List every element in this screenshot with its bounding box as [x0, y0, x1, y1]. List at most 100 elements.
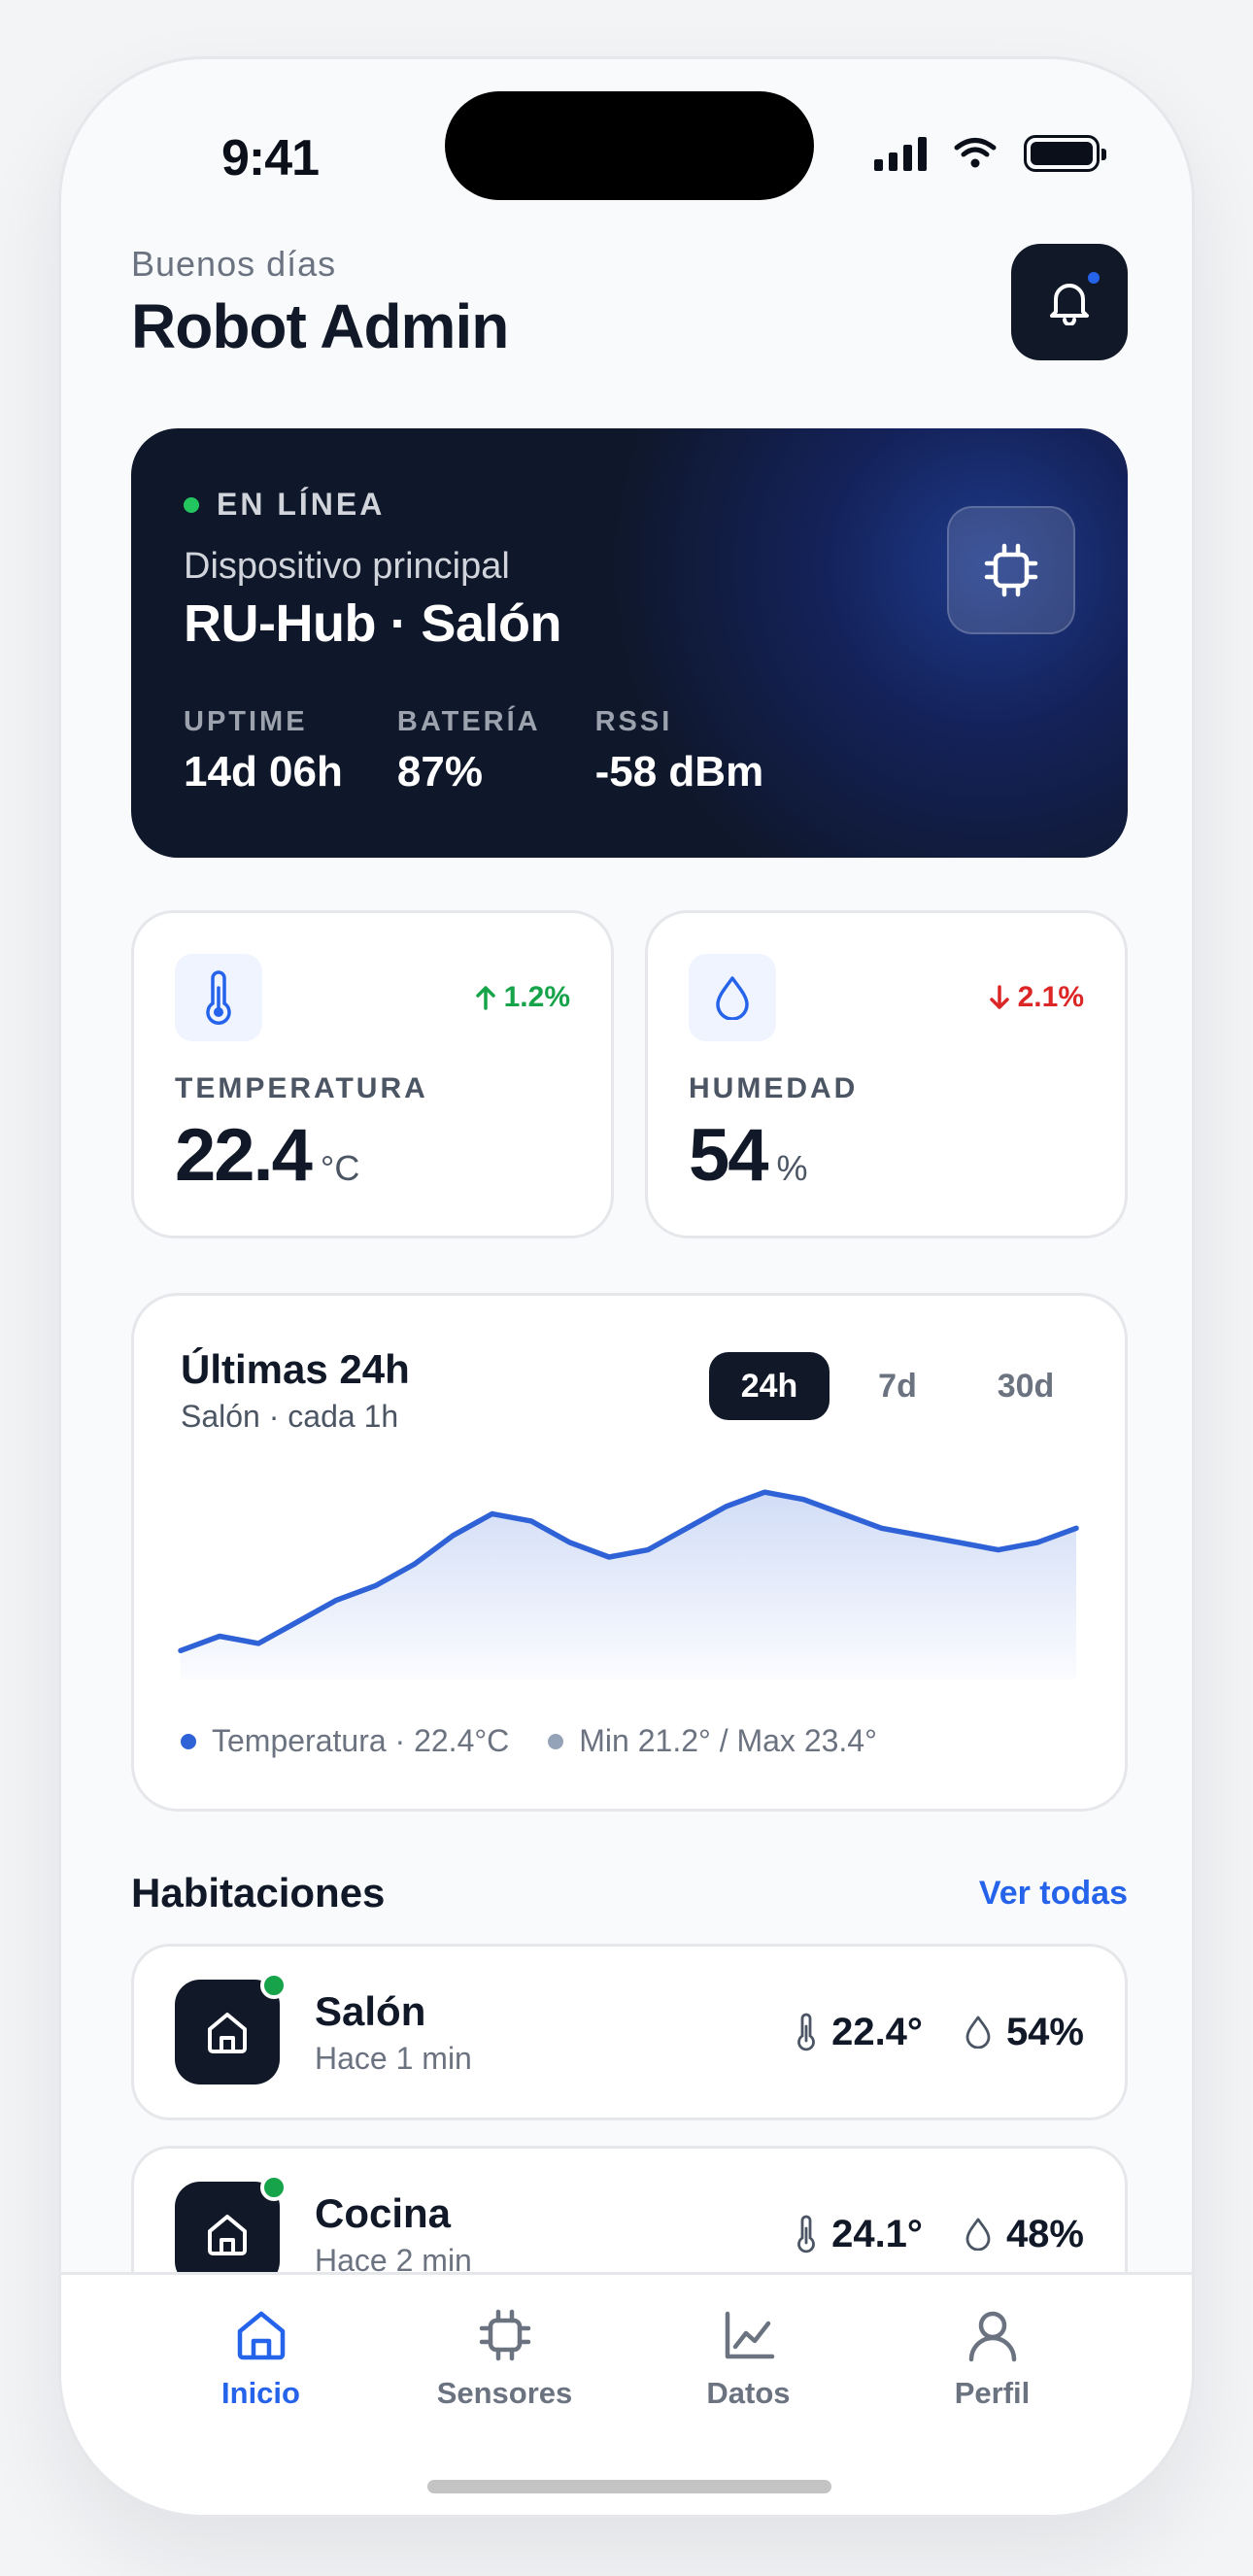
room-updated: Hace 1 min: [315, 2040, 472, 2076]
metric-label: TEMPERATURA: [175, 1072, 428, 1104]
chart-area-fill: [181, 1492, 1076, 1679]
chart-legend: Temperatura · 22.4°C Min 21.2° / Max 23.…: [181, 1723, 877, 1759]
device-stats: UPTIME 14d 06h BATERÍA 87% RSSI -58 dBm: [184, 706, 1075, 797]
nav-perfil[interactable]: Perfil: [896, 2306, 1090, 2411]
online-dot: [184, 496, 199, 513]
room-humidity: 54%: [965, 2011, 1084, 2054]
nav-label: Inicio: [221, 2376, 300, 2410]
droplet-icon: [716, 976, 749, 1020]
metric-label: HUMEDAD: [689, 1072, 859, 1104]
user-name: Robot Admin: [131, 291, 509, 361]
header: Buenos días Robot Admin: [131, 244, 1128, 370]
line-chart-icon: [725, 2311, 774, 2359]
tab-7d[interactable]: 7d: [837, 1352, 958, 1420]
stat-battery: BATERÍA 87%: [397, 706, 541, 797]
rooms-header: Habitaciones Ver todas: [131, 1870, 1128, 1916]
nav-label: Perfil: [954, 2376, 1031, 2410]
legend-label: Temperatura · 22.4°C: [212, 1723, 510, 1758]
temperature-chart: [178, 1489, 1079, 1679]
arrow-down-icon: [989, 985, 1009, 1009]
legend-range: Min 21.2° / Max 23.4°: [548, 1723, 877, 1759]
temperature-trend: 1.2%: [475, 981, 570, 1014]
device-status-label: EN LÍNEA: [217, 487, 386, 522]
thermometer-icon: [797, 2013, 815, 2051]
room-temp-value: 24.1°: [831, 2212, 923, 2255]
nav-label: Sensores: [436, 2376, 573, 2410]
range-tabs: 24h 7d 30d: [709, 1352, 1086, 1420]
greeting: Buenos días: [131, 244, 337, 284]
trend-value: 2.1%: [1017, 981, 1084, 1013]
stat-value: -58 dBm: [594, 748, 764, 796]
room-online-dot: [260, 2174, 288, 2201]
phone-frame: 9:41 Buenos días Robot Admin EN LÍNEA Di…: [58, 56, 1195, 2518]
metric-value: 54: [689, 1114, 769, 1197]
main-content: Buenos días Robot Admin EN LÍNEA Disposi…: [131, 244, 1128, 2322]
thermometer-icon: [206, 970, 231, 1025]
room-metrics: 22.4° 54%: [796, 2011, 1084, 2054]
stat-value: 87%: [396, 748, 483, 796]
device-settings-button[interactable]: [947, 506, 1075, 634]
droplet-icon: [965, 2218, 991, 2251]
metric-unit: °C: [320, 1148, 360, 1188]
room-card-salon[interactable]: Salón Hace 1 min 22.4° 54%: [131, 1944, 1128, 2120]
metric-unit: %: [776, 1148, 808, 1188]
droplet-icon-box: [689, 954, 776, 1041]
metric-value-row: 54 %: [689, 1113, 1084, 1198]
device-status: EN LÍNEA: [184, 487, 1075, 523]
arrow-up-icon: [475, 986, 495, 1010]
see-all-link[interactable]: Ver todas: [979, 1875, 1128, 1913]
home-icon: [237, 2311, 285, 2360]
thermometer-icon: [797, 2215, 815, 2254]
room-text: Cocina Hace 2 min: [315, 2190, 472, 2279]
stat-uptime: UPTIME 14d 06h: [184, 706, 343, 797]
temperature-card[interactable]: 1.2% TEMPERATURA 22.4 °C: [131, 910, 614, 1238]
chip-icon: [479, 2309, 530, 2361]
metric-row: 1.2% TEMPERATURA 22.4 °C 2.1% HUMEDAD 54…: [131, 910, 1128, 1238]
notification-badge: [1085, 269, 1102, 287]
legend-dot: [548, 1733, 564, 1749]
status-bar: 9:41: [61, 59, 1192, 254]
room-temperature: 24.1°: [796, 2213, 923, 2256]
stat-label: BATERÍA: [396, 706, 541, 737]
metric-value-row: 22.4 °C: [175, 1113, 570, 1198]
stat-label: RSSI: [594, 706, 673, 737]
room-name: Cocina: [315, 2189, 452, 2236]
tab-30d[interactable]: 30d: [965, 1352, 1086, 1420]
room-humidity: 48%: [965, 2213, 1084, 2256]
humidity-trend: 2.1%: [989, 981, 1084, 1014]
nav-datos[interactable]: Datos: [652, 2306, 846, 2411]
stat-label: UPTIME: [184, 706, 308, 737]
rooms-title: Habitaciones: [131, 1870, 386, 1915]
dynamic-island: [445, 91, 814, 200]
room-humidity-value: 54%: [1005, 2010, 1084, 2053]
status-icons: [874, 135, 1106, 172]
home-icon: [208, 2013, 247, 2053]
metric-value: 22.4: [175, 1114, 313, 1197]
bottom-nav: Inicio Sensores Datos Perfil: [61, 2306, 1192, 2411]
room-icon-box: [175, 1972, 288, 2085]
tab-24h[interactable]: 24h: [709, 1352, 830, 1420]
status-time: 9:41: [221, 130, 320, 186]
device-name: RU-Hub · Salón: [184, 594, 561, 653]
nav-inicio[interactable]: Inicio: [164, 2306, 358, 2411]
bottom-tab-bar: Inicio Sensores Datos Perfil: [61, 2272, 1192, 2515]
room-humidity-value: 48%: [1005, 2212, 1084, 2255]
user-icon: [968, 2311, 1016, 2362]
room-temperature: 22.4°: [796, 2011, 923, 2054]
device-card[interactable]: EN LÍNEA Dispositivo principal RU-Hub · …: [131, 428, 1128, 858]
nav-sensores[interactable]: Sensores: [408, 2306, 602, 2411]
chip-icon: [984, 543, 1038, 597]
home-indicator: [427, 2480, 831, 2493]
device-subtitle: Dispositivo principal: [184, 546, 510, 587]
legend-dot: [181, 1733, 196, 1749]
history-chart-card: Últimas 24h Salón · cada 1h 24h 7d 30d T…: [131, 1293, 1128, 1812]
room-text: Salón Hace 1 min: [315, 1988, 472, 2077]
home-icon: [208, 2215, 247, 2255]
humidity-card[interactable]: 2.1% HUMEDAD 54 %: [645, 910, 1128, 1238]
thermometer-icon-box: [175, 954, 262, 1041]
legend-label: Min 21.2° / Max 23.4°: [579, 1723, 877, 1758]
trend-value: 1.2%: [503, 981, 570, 1013]
legend-temperature: Temperatura · 22.4°C: [181, 1723, 509, 1759]
notifications-button[interactable]: [1011, 244, 1128, 360]
nav-label: Datos: [706, 2376, 791, 2410]
